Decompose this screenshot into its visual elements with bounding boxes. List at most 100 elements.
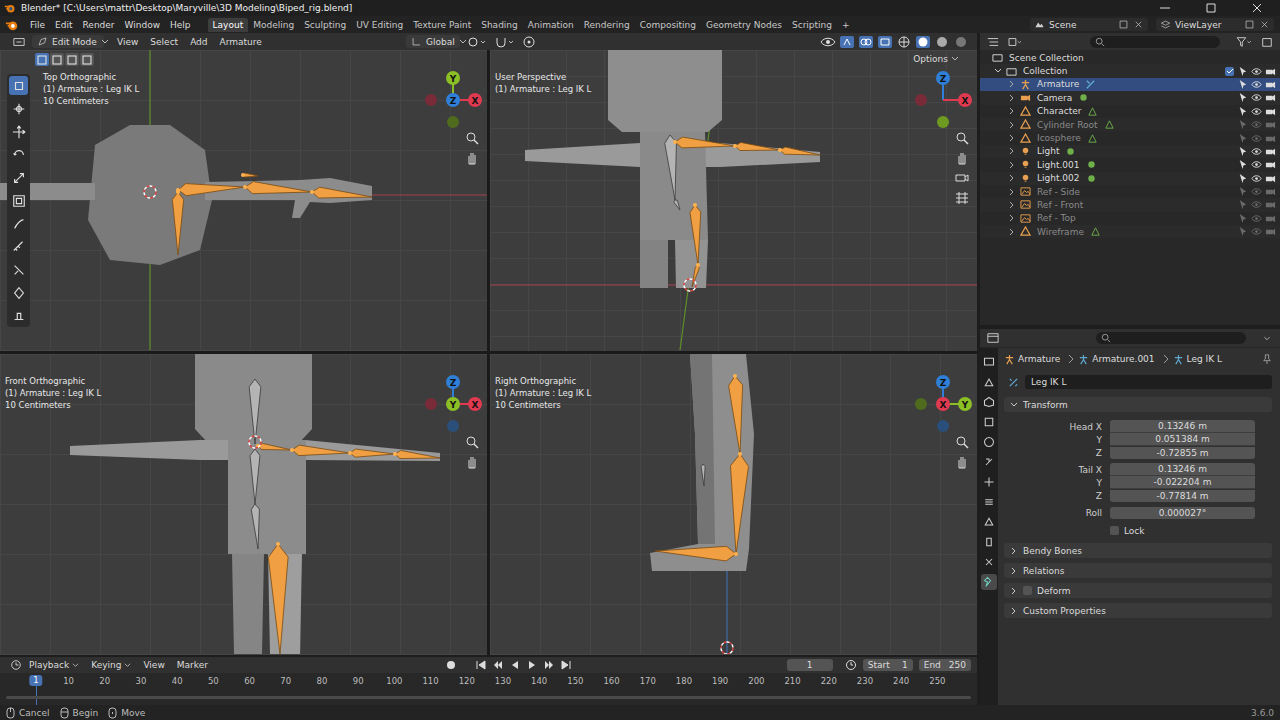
workspace-tab[interactable]: Compositing [635,18,701,32]
selectable-icon[interactable] [1237,226,1248,237]
gizmo-axis[interactable] [937,420,949,432]
render-camera-icon[interactable] [1265,119,1276,130]
mesh-part[interactable] [205,178,372,218]
minimize-icon[interactable] [1142,0,1188,16]
menu-item[interactable]: Window [120,20,166,30]
start-frame-field[interactable]: Start1 [863,659,913,671]
blender-menu-icon[interactable] [5,18,19,32]
panel-header[interactable]: Deform [1004,583,1272,598]
pivot-icon[interactable] [466,35,488,49]
armature[interactable] [172,173,372,255]
outliner-item[interactable]: Ref - Front [980,198,1280,211]
xray-toggle-icon[interactable] [877,35,893,49]
remove-scene-icon[interactable] [1133,19,1144,30]
number-field[interactable]: -0.77814 m [1110,490,1255,502]
gizmo-axis[interactable]: Z [936,71,950,85]
expand-arrow-icon[interactable] [1008,147,1016,155]
proportional-edit-icon[interactable] [522,35,536,49]
eye-icon[interactable] [1251,159,1262,170]
maximize-icon[interactable] [1188,0,1234,16]
properties-tab[interactable] [981,454,997,470]
play-icon[interactable] [526,659,538,671]
eye-icon[interactable] [1251,173,1262,184]
playhead[interactable]: 1 [29,675,42,686]
workspace-tab[interactable]: UV Editing [351,18,408,32]
gizmo-axis[interactable] [915,398,927,410]
eye-icon[interactable] [1251,213,1262,224]
viewport-menu[interactable]: View [112,37,143,47]
record-icon[interactable] [444,659,458,671]
breadcrumb-item[interactable]: Leg IK L [1187,354,1222,364]
bone-joint[interactable] [241,173,245,177]
outliner-item[interactable]: Ref - Side [980,185,1280,198]
armature-data-icon[interactable] [1085,79,1096,90]
gizmo-axis[interactable]: Z [936,375,950,389]
eye-icon[interactable] [1251,106,1262,117]
selected-bone[interactable] [780,147,820,155]
outliner-item[interactable]: Light.002 [980,172,1280,185]
properties-tab[interactable] [981,554,997,570]
gizmo-axis[interactable]: Y [958,397,972,411]
clock-icon[interactable] [845,659,857,671]
selectable-icon[interactable] [1237,92,1248,103]
timeline-scrollbar[interactable] [6,696,971,699]
object-data-icon[interactable] [1078,92,1089,103]
bone-joint[interactable] [348,451,352,455]
selected-bone[interactable] [258,443,292,450]
selected-bone[interactable] [729,376,743,454]
gizmo-axis[interactable]: Z [446,375,460,389]
gizmo-axis[interactable] [425,94,437,106]
selectable-icon[interactable] [1237,159,1248,170]
pin-icon[interactable] [1262,354,1272,364]
armature[interactable] [665,135,820,287]
zoom-icon[interactable] [464,434,480,450]
selected-bone[interactable] [178,184,245,196]
tool-button[interactable] [9,306,28,325]
pan-hand-icon[interactable] [954,150,970,166]
properties-tab[interactable] [981,434,997,450]
mode-dropdown[interactable]: Edit Mode [32,35,104,48]
viewport[interactable]: Right Orthographic(1) Armature : Leg IK … [490,354,977,655]
workspace-tab[interactable]: Shading [476,18,523,32]
object-data-icon[interactable] [1065,146,1076,157]
properties-tab[interactable] [981,394,997,410]
new-view-layer-icon[interactable] [1244,19,1255,30]
lock-checkbox[interactable]: Lock [1110,526,1145,536]
selected-bone[interactable] [312,187,372,198]
end-frame-field[interactable]: End250 [919,659,971,671]
character-mesh[interactable] [0,125,372,265]
bone[interactable] [665,135,677,200]
outliner-editor-icon[interactable] [986,36,1000,48]
workspace-tab[interactable]: Scripting [787,18,837,32]
3d-cursor[interactable] [249,436,261,448]
expand-arrow-icon[interactable] [1008,161,1016,169]
transform-panel-header[interactable]: Transform [1004,397,1272,412]
selected-bone[interactable] [245,182,312,194]
tool-button[interactable] [9,99,28,118]
eye-icon[interactable] [1251,133,1262,144]
select-mode-button[interactable] [65,53,79,66]
bone-joint[interactable] [738,452,742,456]
bone-joint[interactable] [310,190,314,194]
zoom-icon[interactable] [464,130,480,146]
previous-keyframe-icon[interactable] [492,659,504,671]
selected-bone[interactable] [690,205,701,265]
expand-arrow-icon[interactable] [1008,214,1016,222]
selectable-icon[interactable] [1237,186,1248,197]
bone-joint[interactable] [693,203,697,207]
eye-icon[interactable] [1251,199,1262,210]
gizmo-axis[interactable]: X [958,93,972,107]
eye-icon[interactable] [1251,92,1262,103]
viewport[interactable]: User Perspective(1) Armature : Leg IK LZ… [490,50,977,351]
scene-selector[interactable]: Scene [1030,18,1148,31]
eye-icon[interactable] [1251,226,1262,237]
scene-canvas[interactable] [490,354,977,654]
expand-arrow-icon[interactable] [1008,121,1016,129]
scene-name[interactable]: Scene [1049,20,1114,30]
render-camera-icon[interactable] [1265,133,1276,144]
viewport-menu[interactable]: Armature [215,37,267,47]
outliner-item[interactable]: Light [980,145,1280,158]
selectable-icon[interactable] [1237,106,1248,117]
gizmo-axis[interactable] [447,420,459,432]
eye-icon[interactable] [1251,79,1262,90]
